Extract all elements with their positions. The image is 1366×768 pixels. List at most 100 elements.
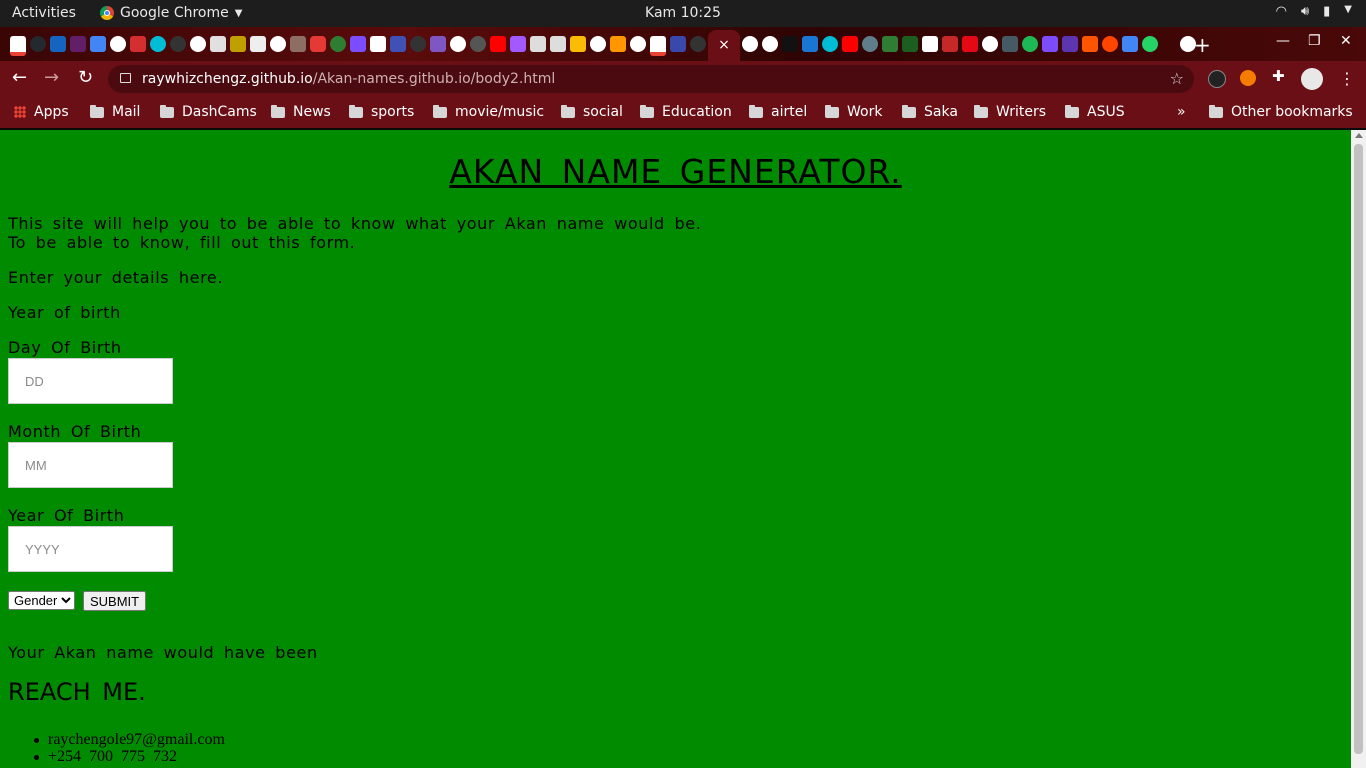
bookmark-folder-asus[interactable]: ASUS [1065, 104, 1125, 120]
bookmark-folder-airtel[interactable]: airtel [749, 104, 807, 120]
bookmark-folder-social[interactable]: social [561, 104, 623, 120]
extension-icon[interactable] [1240, 70, 1256, 86]
clock[interactable]: Kam 10:25 [0, 5, 1366, 21]
globe-tab-icon[interactable] [190, 36, 206, 52]
bookmark-folder-sports[interactable]: sports [349, 104, 414, 120]
day-of-birth-input[interactable] [8, 358, 173, 404]
github-tab-icon[interactable] [410, 36, 426, 52]
tab-icon[interactable] [862, 36, 878, 52]
tab-icon[interactable] [610, 36, 626, 52]
whatsapp-tab-icon[interactable] [1142, 36, 1158, 52]
tab-icon[interactable] [210, 36, 226, 52]
reload-icon[interactable]: ↻ [78, 67, 93, 88]
tab-icon[interactable] [670, 36, 686, 52]
bookmark-folder-dashcams[interactable]: DashCams [160, 104, 257, 120]
youtube-tab-icon[interactable] [490, 36, 506, 52]
scroll-up-icon[interactable] [1355, 133, 1363, 138]
bookmark-folder-saka[interactable]: Saka [902, 104, 958, 120]
youtube-tab-icon[interactable] [842, 36, 858, 52]
profile-avatar[interactable] [1301, 68, 1323, 90]
new-tab-button[interactable]: + [1194, 33, 1211, 57]
globe-tab-icon[interactable] [762, 36, 778, 52]
figma-tab-icon[interactable] [510, 36, 526, 52]
bookmark-star-icon[interactable]: ☆ [1170, 65, 1184, 93]
folder-icon [749, 104, 763, 118]
tab-icon[interactable] [250, 36, 266, 52]
more-menu-icon[interactable]: ⋮ [1339, 69, 1355, 88]
medium-tab-icon[interactable] [370, 36, 386, 52]
tab-icon[interactable] [430, 36, 446, 52]
year-of-birth-label: Year Of Birth [8, 506, 125, 525]
minimize-icon[interactable]: — [1276, 33, 1290, 49]
tab-icon[interactable] [1002, 36, 1018, 52]
tab-icon[interactable] [942, 36, 958, 52]
globe-tab-icon[interactable] [742, 36, 758, 52]
tab-icon[interactable] [802, 36, 818, 52]
tab-icon[interactable] [270, 36, 286, 52]
github-tab-icon[interactable] [170, 36, 186, 52]
gmail-tab-icon[interactable] [650, 36, 666, 56]
gmail-tab-icon[interactable] [10, 36, 26, 56]
close-window-icon[interactable]: ✕ [1340, 33, 1352, 49]
google-tab-icon[interactable] [630, 36, 646, 52]
year-of-birth-input[interactable] [8, 526, 173, 572]
bookmarks-overflow-button[interactable]: » [1177, 104, 1186, 120]
month-of-birth-input[interactable] [8, 442, 173, 488]
tab-icon[interactable] [470, 36, 486, 52]
page-scrollbar[interactable] [1351, 130, 1366, 768]
netflix-tab-icon[interactable] [962, 36, 978, 52]
back-arrow-icon[interactable]: ← [12, 67, 27, 88]
tab-icon[interactable] [130, 36, 146, 52]
tab-icon[interactable] [1062, 36, 1078, 52]
tab-icon[interactable] [530, 36, 546, 52]
tab-icon[interactable] [1042, 36, 1058, 52]
tab-icon[interactable] [782, 36, 798, 52]
github-tab-icon[interactable] [30, 36, 46, 52]
tab-icon[interactable] [150, 36, 166, 52]
github-tab-icon[interactable] [690, 36, 706, 52]
bookmark-apps[interactable]: Apps [14, 104, 69, 120]
bookmark-folder-other[interactable]: Other bookmarks [1209, 104, 1353, 120]
bookmark-folder-writers[interactable]: Writers [974, 104, 1046, 120]
address-bar[interactable]: raywhizchengz.github.io/Akan-names.githu… [108, 65, 1194, 93]
soundcloud-tab-icon[interactable] [1082, 36, 1098, 52]
slack-tab-icon[interactable] [70, 36, 86, 52]
bookmark-folder-news[interactable]: News [271, 104, 331, 120]
gender-select[interactable]: Gender [8, 591, 75, 610]
tab-icon[interactable] [290, 36, 306, 52]
spotify-tab-icon[interactable] [1022, 36, 1038, 52]
google-tab-icon[interactable] [110, 36, 126, 52]
wikipedia-tab-icon[interactable] [922, 36, 938, 52]
puzzle-extensions-icon[interactable]: ✚ [1272, 67, 1288, 85]
tab-icon[interactable] [230, 36, 246, 52]
tab-icon[interactable] [550, 36, 566, 52]
reddit-tab-icon[interactable] [1102, 36, 1118, 52]
scrollbar-thumb[interactable] [1354, 144, 1363, 754]
github-extension-icon[interactable] [1208, 70, 1226, 88]
bookmark-folder-work[interactable]: Work [825, 104, 882, 120]
share-tab-icon[interactable] [390, 36, 406, 52]
tab-icon[interactable] [310, 36, 326, 52]
tab-icon[interactable] [330, 36, 346, 52]
tab-icon[interactable] [902, 36, 918, 52]
docs-tab-icon[interactable] [90, 36, 106, 52]
active-tab[interactable]: × [708, 30, 740, 61]
forward-arrow-icon[interactable]: → [44, 67, 59, 88]
close-tab-icon[interactable]: × [718, 37, 730, 53]
tab-icon[interactable] [350, 36, 366, 52]
bookmark-folder-movie-music[interactable]: movie/music [433, 104, 544, 120]
tab-icon[interactable] [570, 36, 586, 52]
tab-icon[interactable] [822, 36, 838, 52]
bookmark-folder-mail[interactable]: Mail [90, 104, 140, 120]
submit-button[interactable]: SUBMIT [83, 591, 147, 611]
docs-tab-icon[interactable] [1122, 36, 1138, 52]
restore-icon[interactable]: ❐ [1308, 33, 1321, 49]
tab-icon[interactable] [50, 36, 66, 52]
globe-tab-icon[interactable] [450, 36, 466, 52]
system-tray[interactable]: ◠ 🔊︎ ▮ ▼ [1276, 4, 1352, 19]
google-tab-icon[interactable] [982, 36, 998, 52]
globe-tab-icon[interactable] [590, 36, 606, 52]
folder-icon [640, 104, 654, 118]
bookmark-folder-education[interactable]: Education [640, 104, 732, 120]
tab-icon[interactable] [882, 36, 898, 52]
